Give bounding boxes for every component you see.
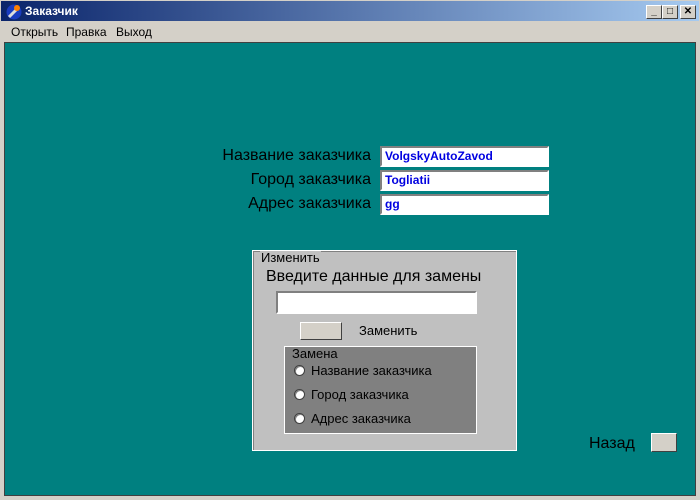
- replace-label: Заменить: [359, 323, 418, 338]
- replace-input[interactable]: [276, 291, 477, 314]
- menu-bar: Открыть Правка Выход: [0, 22, 700, 41]
- change-group-legend: Изменить: [260, 250, 321, 265]
- radio-name-label[interactable]: Название заказчика: [311, 363, 432, 378]
- address-label: Адрес заказчика: [248, 195, 371, 212]
- address-field[interactable]: gg: [380, 194, 549, 215]
- name-label: Название заказчика: [222, 147, 371, 164]
- radio-name[interactable]: [294, 365, 305, 376]
- title-bar: Заказчик _ □ ✕: [0, 0, 700, 22]
- radio-address-label[interactable]: Адрес заказчика: [311, 411, 411, 426]
- close-button[interactable]: ✕: [680, 5, 696, 19]
- maximize-button[interactable]: □: [662, 5, 678, 19]
- minimize-button[interactable]: _: [646, 5, 662, 19]
- menu-exit[interactable]: Выход: [116, 25, 152, 39]
- window-title: Заказчик: [25, 4, 78, 18]
- back-label: Назад: [589, 435, 635, 452]
- menu-edit[interactable]: Правка: [66, 25, 107, 39]
- replace-prompt: Введите данные для замены: [266, 268, 482, 285]
- radio-city[interactable]: [294, 389, 305, 400]
- back-button[interactable]: [651, 433, 677, 452]
- replace-group-legend: Замена: [291, 346, 339, 361]
- city-field[interactable]: Togliatii: [380, 170, 549, 191]
- city-label: Город заказчика: [250, 171, 371, 188]
- radio-address[interactable]: [294, 413, 305, 424]
- replace-button[interactable]: [300, 322, 342, 340]
- radio-city-label[interactable]: Город заказчика: [311, 387, 409, 402]
- name-field[interactable]: VolgskyAutoZavod: [380, 146, 549, 167]
- replace-type-groupbox: Замена Название заказчика Город заказчик…: [284, 346, 477, 434]
- torch-app-icon: [6, 4, 22, 20]
- menu-open[interactable]: Открыть: [11, 25, 58, 39]
